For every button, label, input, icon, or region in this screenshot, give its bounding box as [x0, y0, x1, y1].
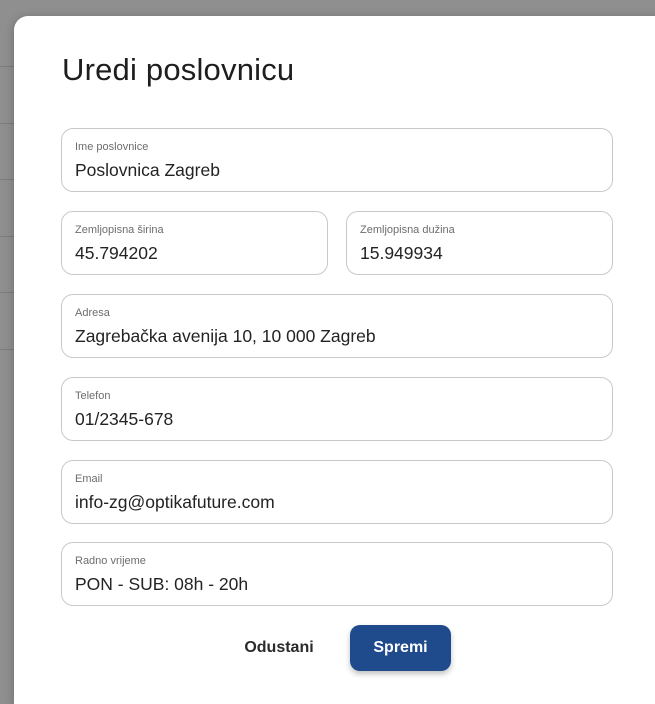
latitude-value[interactable]: 45.794202 — [75, 242, 158, 264]
longitude-label: Zemljopisna dužina — [360, 224, 455, 236]
address-field[interactable]: Adresa Zagrebačka avenija 10, 10 000 Zag… — [61, 294, 613, 358]
latitude-label: Zemljopisna širina — [75, 224, 164, 236]
working-hours-field[interactable]: Radno vrijeme PON - SUB: 08h - 20h — [61, 542, 613, 606]
cancel-button[interactable]: Odustani — [232, 630, 326, 666]
email-value[interactable]: info-zg@optikafuture.com — [75, 491, 275, 513]
address-value[interactable]: Zagrebačka avenija 10, 10 000 Zagreb — [75, 325, 376, 347]
save-button[interactable]: Spremi — [350, 625, 451, 671]
branch-name-field[interactable]: Ime poslovnice Poslovnica Zagreb — [61, 128, 613, 192]
dialog-title: Uredi poslovnicu — [62, 52, 295, 87]
backdrop — [0, 0, 14, 704]
longitude-field[interactable]: Zemljopisna dužina 15.949934 — [346, 211, 613, 275]
phone-label: Telefon — [75, 390, 111, 402]
latitude-field[interactable]: Zemljopisna širina 45.794202 — [61, 211, 328, 275]
branch-name-label: Ime poslovnice — [75, 141, 149, 153]
working-hours-value[interactable]: PON - SUB: 08h - 20h — [75, 573, 248, 595]
branch-name-value[interactable]: Poslovnica Zagreb — [75, 159, 220, 181]
longitude-value[interactable]: 15.949934 — [360, 242, 443, 264]
working-hours-label: Radno vrijeme — [75, 555, 146, 567]
phone-field[interactable]: Telefon 01/2345-678 — [61, 377, 613, 441]
phone-value[interactable]: 01/2345-678 — [75, 408, 173, 430]
address-label: Adresa — [75, 307, 110, 319]
email-field[interactable]: Email info-zg@optikafuture.com — [61, 460, 613, 524]
edit-branch-dialog: Uredi poslovnicu Ime poslovnice Poslovni… — [14, 16, 655, 704]
email-label: Email — [75, 473, 103, 485]
